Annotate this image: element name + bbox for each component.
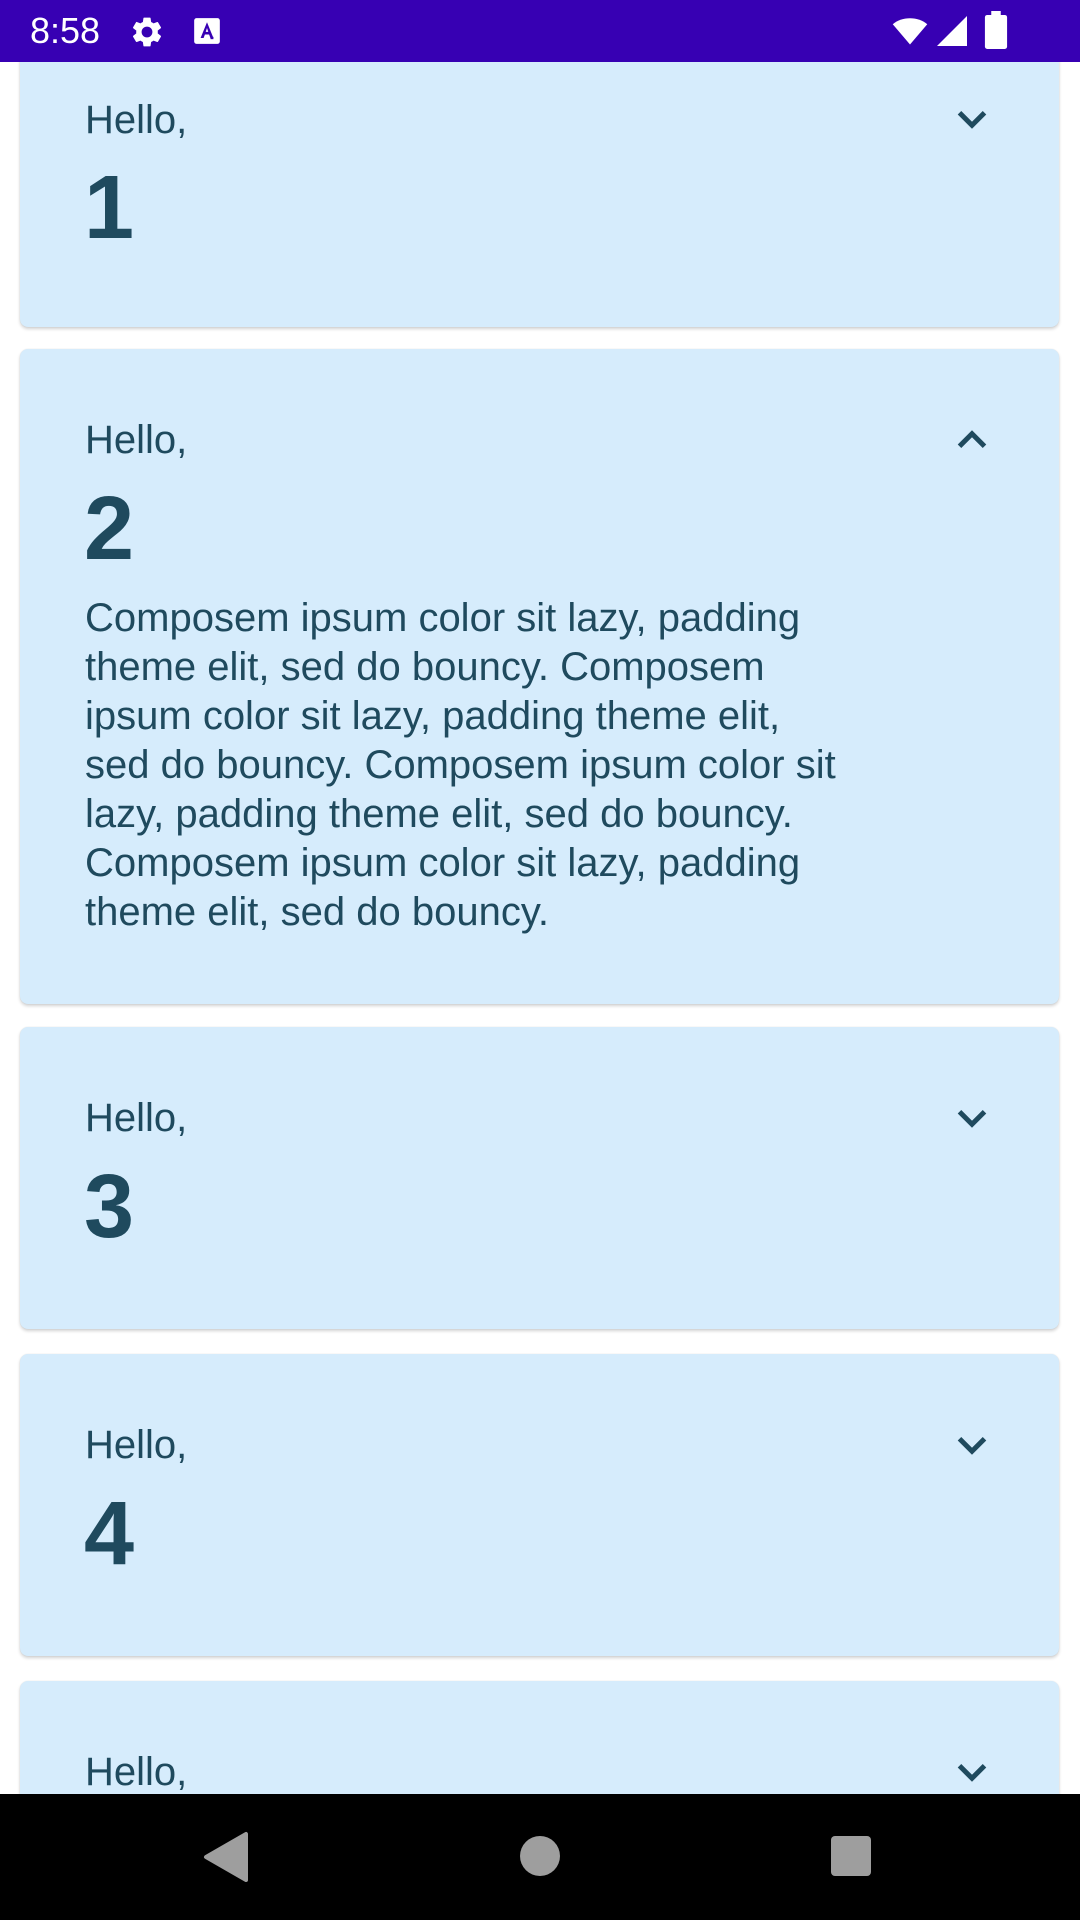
card-greeting: Hello, [85, 418, 188, 462]
card-greeting: Hello, [85, 98, 188, 142]
status-time: 8:58 [30, 10, 101, 51]
card-greeting: Hello, [85, 1096, 188, 1140]
card-body-text: Composem ipsum color sit lazy, padding t… [85, 596, 836, 934]
card-greeting: Hello, [85, 1423, 188, 1467]
card-number: 4 [84, 1484, 135, 1584]
collapse-chevron-up-icon[interactable] [947, 415, 997, 465]
card-4[interactable]: Hello, 4 [20, 1354, 1059, 1656]
back-icon[interactable] [200, 1830, 250, 1884]
card-number: 2 [84, 479, 135, 579]
gear-icon [132, 17, 162, 47]
status-bar: 8:58 [0, 0, 1080, 62]
expand-chevron-down-icon[interactable] [947, 1093, 997, 1143]
card-greeting: Hello, [85, 1750, 188, 1794]
card-1[interactable]: Hello, 1 [20, 62, 1059, 327]
card-3[interactable]: Hello, 3 [20, 1027, 1059, 1329]
a-icon [194, 18, 220, 44]
signal-icon [937, 16, 967, 46]
card-number: 3 [84, 1157, 135, 1257]
expand-chevron-down-icon[interactable] [947, 94, 997, 144]
card-number: 1 [84, 158, 135, 258]
wifi-icon [892, 18, 928, 45]
card-list[interactable]: Hello, 1 Hello, 2 Composem ipsum color s… [0, 62, 1080, 1794]
card-2[interactable]: Hello, 2 Composem ipsum color sit lazy, … [20, 349, 1059, 1004]
expand-chevron-down-icon[interactable] [947, 1747, 997, 1794]
card-5[interactable]: Hello, [20, 1681, 1059, 1794]
battery-icon [984, 11, 1008, 49]
screen: 8:58 Hello, 1 Hello, 2 Composem ipsum co… [0, 0, 1080, 1920]
home-icon[interactable] [520, 1836, 560, 1876]
expand-chevron-down-icon[interactable] [947, 1420, 997, 1470]
recents-icon[interactable] [831, 1836, 871, 1876]
